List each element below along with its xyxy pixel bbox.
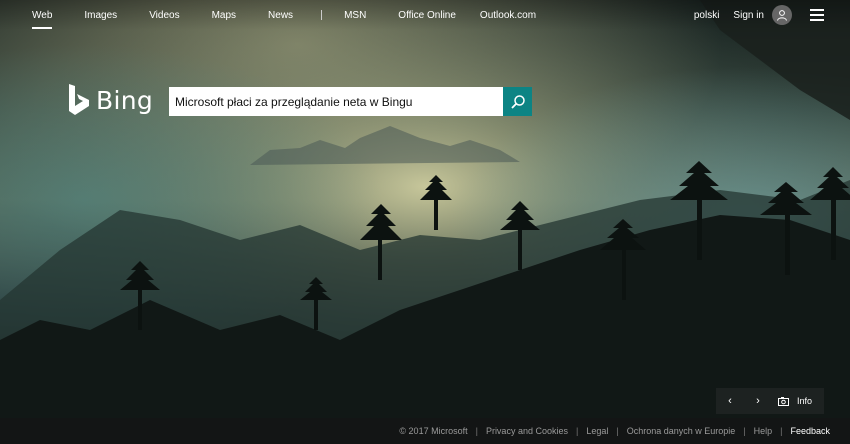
info-label: Info <box>797 396 813 406</box>
chevron-left-icon[interactable]: ‹ <box>716 388 744 414</box>
footer-help-link[interactable]: Help <box>754 426 773 436</box>
footer-legal-link[interactable]: Legal <box>586 426 608 436</box>
bing-logo-icon <box>69 84 89 115</box>
nav-news[interactable]: News <box>268 8 293 23</box>
footer-data-protection-link[interactable]: Ochrona danych w Europie <box>627 426 736 436</box>
background-image <box>0 0 850 444</box>
footer-feedback-link[interactable]: Feedback <box>790 426 830 436</box>
nav-scopes: Web Images Videos Maps News MSN Office O… <box>32 8 568 29</box>
footer-separator: | <box>575 426 579 436</box>
hamburger-icon[interactable] <box>810 9 824 21</box>
search-box <box>169 87 532 116</box>
user-icon[interactable] <box>772 5 792 25</box>
footer: © 2017 Microsoft | Privacy and Cookies |… <box>0 418 850 444</box>
search-icon <box>510 94 525 109</box>
logo-text: Bing <box>96 85 154 115</box>
nav-images[interactable]: Images <box>84 8 117 23</box>
search-button[interactable] <box>503 87 532 116</box>
chevron-right-icon[interactable]: › <box>744 388 772 414</box>
language-link[interactable]: polski <box>694 10 720 21</box>
nav-maps[interactable]: Maps <box>212 8 236 23</box>
bing-logo[interactable]: Bing <box>68 84 153 116</box>
footer-separator: | <box>743 426 746 436</box>
footer-copyright: © 2017 Microsoft <box>399 426 468 436</box>
top-navigation: Web Images Videos Maps News MSN Office O… <box>0 0 850 30</box>
nav-outlook[interactable]: Outlook.com <box>480 8 536 23</box>
nav-separator <box>321 10 323 20</box>
footer-separator: | <box>780 426 783 436</box>
nav-videos[interactable]: Videos <box>149 8 179 23</box>
homepage: Web Images Videos Maps News MSN Office O… <box>0 0 850 444</box>
search-input[interactable] <box>169 87 503 116</box>
camera-icon <box>778 396 789 406</box>
nav-web[interactable]: Web <box>32 8 53 29</box>
footer-separator: | <box>616 426 619 436</box>
image-carousel-controls: ‹ › Info <box>716 388 825 414</box>
footer-separator: | <box>475 426 478 436</box>
footer-privacy-link[interactable]: Privacy and Cookies <box>486 426 568 436</box>
info-button[interactable]: Info <box>772 388 824 414</box>
nav-account: polski Sign in <box>694 5 824 25</box>
nav-msn[interactable]: MSN <box>344 8 366 23</box>
nav-office-online[interactable]: Office Online <box>398 8 456 23</box>
signin-link[interactable]: Sign in <box>733 10 764 21</box>
